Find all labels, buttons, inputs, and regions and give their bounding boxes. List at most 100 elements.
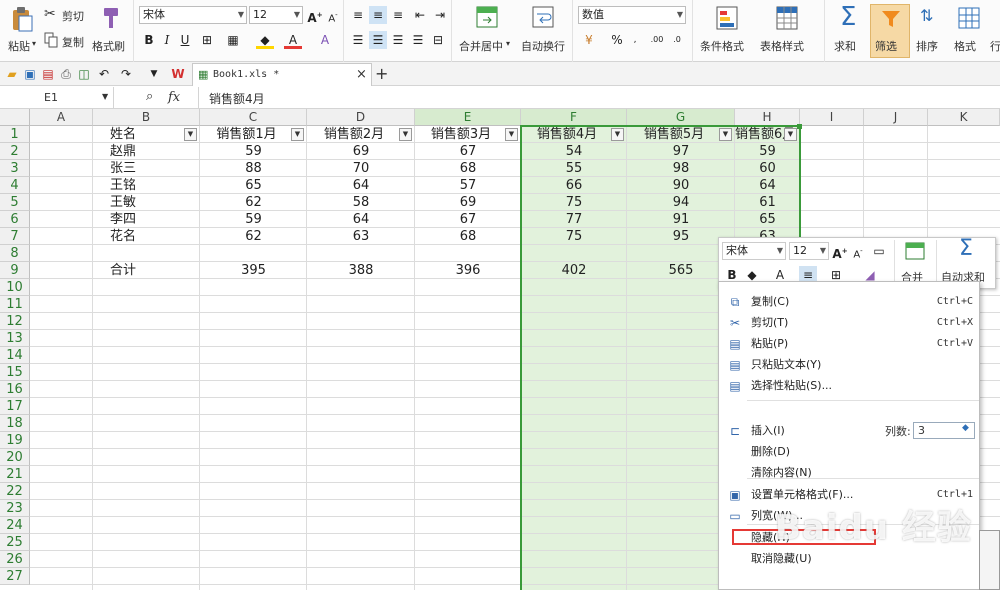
header-cell[interactable]: 销售额3月 [415, 126, 507, 143]
decrease-font-icon[interactable]: A- [324, 6, 342, 24]
function-button[interactable]: fx [168, 90, 180, 105]
data-cell[interactable]: 63 [307, 228, 415, 245]
justify-icon[interactable]: ☰ [409, 31, 427, 49]
fill-pattern-icon[interactable]: ▦ [224, 31, 242, 49]
header-cell[interactable]: 销售额2月 [307, 126, 401, 143]
decimal-decrease-icon[interactable]: .0 [668, 31, 686, 49]
data-cell[interactable]: 88 [200, 160, 307, 177]
row-header-16[interactable]: 16 [0, 381, 30, 398]
decimal-increase-icon[interactable]: .00 [648, 31, 666, 49]
font-color-icon[interactable]: A [284, 31, 302, 49]
row-header-24[interactable]: 24 [0, 517, 30, 534]
data-cell[interactable]: 59 [200, 211, 307, 228]
sort-button[interactable]: ⇅ 排序 [912, 4, 950, 58]
column-header-c[interactable]: C [200, 109, 307, 126]
data-cell[interactable]: 王铭 [110, 177, 136, 194]
fill-handle[interactable] [797, 124, 802, 129]
percent-icon[interactable]: % [608, 31, 626, 49]
row-header-2[interactable]: 2 [0, 143, 30, 160]
currency-icon[interactable]: ¥ [580, 31, 598, 49]
redo-icon[interactable]: ↷ [118, 66, 134, 82]
menu-item-paste-special[interactable]: ▤ 选择性粘贴(S)... [719, 375, 981, 396]
row-header-22[interactable]: 22 [0, 483, 30, 500]
row-header-20[interactable]: 20 [0, 449, 30, 466]
menu-item-unhide[interactable]: 取消隐藏(U) [719, 548, 981, 569]
select-all-corner[interactable] [0, 109, 30, 126]
row-header-4[interactable]: 4 [0, 177, 30, 194]
align-center-icon[interactable]: ☰ [369, 31, 387, 49]
print-icon[interactable]: ⎙ [58, 66, 74, 82]
align-left-icon[interactable]: ☰ [349, 31, 367, 49]
new-tab-icon[interactable]: + [375, 64, 388, 83]
italic-icon[interactable]: I [158, 31, 176, 49]
row-header-1[interactable]: 1 [0, 126, 30, 143]
insert-columns-input[interactable]: 3 ◆ [913, 422, 975, 439]
mini-autosum-button[interactable]: Σ 自动求和 [936, 236, 996, 286]
mini-decrease-font-icon[interactable]: A- [849, 242, 867, 260]
header-cell[interactable]: 姓名 [110, 126, 136, 143]
row-header-13[interactable]: 13 [0, 330, 30, 347]
data-cell[interactable]: 388 [307, 262, 415, 279]
row-header-25[interactable]: 25 [0, 534, 30, 551]
font-name-select[interactable]: 宋体 ▼ [139, 6, 247, 24]
wrap-text-button[interactable]: 自动换行 [518, 4, 570, 58]
row-header-11[interactable]: 11 [0, 296, 30, 313]
column-header-b[interactable]: B [93, 109, 200, 126]
data-cell[interactable]: 62 [200, 194, 307, 211]
align-right-icon[interactable]: ☰ [389, 31, 407, 49]
align-middle-icon[interactable]: ≡ [369, 6, 387, 24]
row-header-15[interactable]: 15 [0, 364, 30, 381]
paste-button[interactable]: 粘贴 ▾ [4, 4, 42, 58]
row-header-6[interactable]: 6 [0, 211, 30, 228]
row-header-23[interactable]: 23 [0, 500, 30, 517]
filter-dropdown-icon[interactable]: ▼ [184, 128, 197, 141]
save-icon[interactable]: ▣ [22, 66, 38, 82]
data-cell[interactable]: 57 [415, 177, 521, 194]
column-header-f[interactable]: F [521, 109, 627, 126]
thousands-icon[interactable]: , [626, 31, 644, 49]
increase-font-icon[interactable]: A+ [306, 6, 324, 25]
row-header-17[interactable]: 17 [0, 398, 30, 415]
filter-button[interactable]: 筛选 [870, 4, 910, 58]
filter-dropdown-icon[interactable]: ▼ [505, 128, 518, 141]
column-header-h[interactable]: H [735, 109, 800, 126]
data-cell[interactable]: 合计 [110, 262, 136, 279]
data-cell[interactable]: 58 [307, 194, 415, 211]
data-cell[interactable]: 68 [415, 228, 521, 245]
close-tab-icon[interactable]: × [356, 67, 367, 82]
data-cell[interactable]: 395 [200, 262, 307, 279]
data-cell[interactable]: 64 [307, 211, 415, 228]
data-cell[interactable]: 59 [200, 143, 307, 160]
formula-input[interactable]: 销售额4月 [198, 87, 1000, 108]
row-header-9[interactable]: 9 [0, 262, 30, 279]
mini-comment-icon[interactable]: ▭ [870, 242, 888, 260]
merge-center-button[interactable]: 合并居中 ▾ [456, 4, 516, 58]
menu-item-paste[interactable]: ▤ 粘贴(P) Ctrl+V [719, 333, 981, 354]
data-cell[interactable]: 70 [307, 160, 415, 177]
cut-button[interactable]: ✂ 剪切 [44, 6, 90, 24]
row-header-18[interactable]: 18 [0, 415, 30, 432]
data-cell[interactable]: 396 [415, 262, 521, 279]
file-tab[interactable]: ▦ Book1.xls * × [192, 63, 372, 86]
name-box[interactable]: E1 ▼ [0, 87, 114, 108]
menu-item-cut[interactable]: ✂ 剪切(T) Ctrl+X [719, 312, 981, 333]
zoom-search-icon[interactable]: ⌕ [146, 89, 153, 104]
menu-item-delete[interactable]: 删除(D) [719, 441, 981, 462]
clear-format-icon[interactable]: A [316, 31, 334, 49]
bold-icon[interactable]: B [140, 31, 158, 49]
column-header-k[interactable]: K [928, 109, 1000, 126]
print-preview-icon[interactable]: ◫ [76, 66, 92, 82]
header-cell[interactable]: 销售额1月 [200, 126, 293, 143]
row-header-3[interactable]: 3 [0, 160, 30, 177]
align-bottom-icon[interactable]: ≡ [389, 6, 407, 24]
customize-dropdown-icon[interactable]: ▼ [146, 66, 162, 82]
filter-dropdown-icon[interactable]: ▼ [399, 128, 412, 141]
row-header-14[interactable]: 14 [0, 347, 30, 364]
mini-font-size-select[interactable]: 12 ▼ [789, 242, 829, 260]
row-header-26[interactable]: 26 [0, 551, 30, 568]
row-header-7[interactable]: 7 [0, 228, 30, 245]
number-format-select[interactable]: 数值 ▼ [578, 6, 686, 24]
column-header-a[interactable]: A [30, 109, 93, 126]
column-header-j[interactable]: J [864, 109, 928, 126]
copy-button[interactable]: 复制 [44, 32, 90, 50]
